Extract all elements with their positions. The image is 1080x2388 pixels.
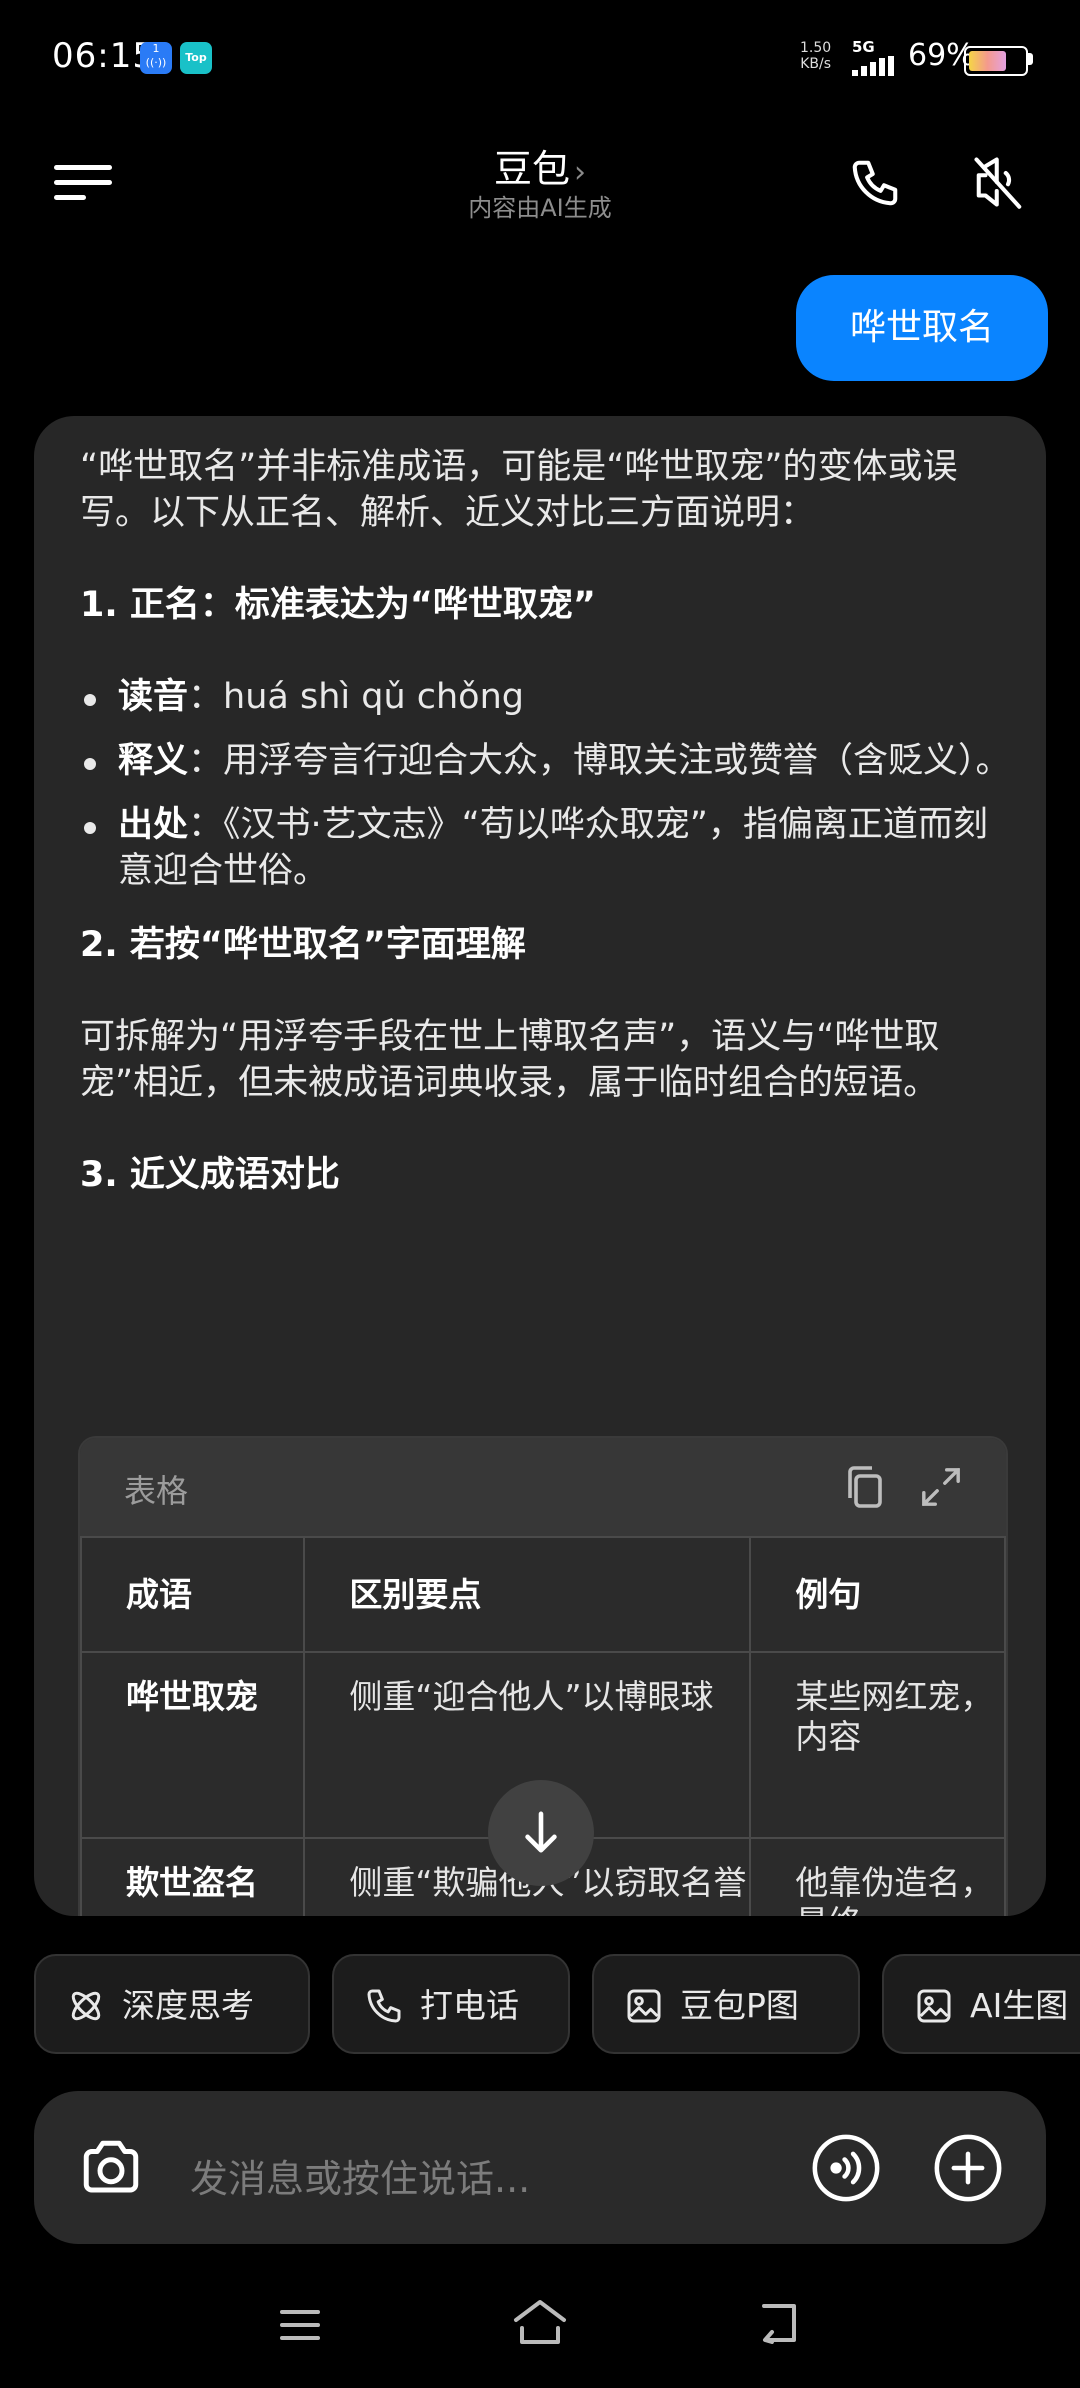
nav-back-icon[interactable] bbox=[758, 2302, 800, 2344]
list-item: 读音：huá shì qǔ chǒng bbox=[80, 674, 1020, 720]
nav-recents-icon[interactable] bbox=[280, 2308, 320, 2342]
notification-icon-top: Top bbox=[180, 42, 212, 74]
answer-intro: “哗世取名”并非标准成语，可能是“哗世取宠”的变体或误写。以下从正名、解析、近义… bbox=[80, 447, 958, 533]
notification-icon-hotspot: 1 ((·)) bbox=[140, 42, 172, 74]
section-heading-2: 2. 若按“哗世取名”字面理解 bbox=[80, 925, 526, 965]
table-cell: 某些网红宠，内容 bbox=[749, 1651, 1006, 1839]
arrow-down-icon bbox=[525, 1811, 557, 1853]
table-toolbar: 表格 bbox=[80, 1438, 1006, 1536]
network-type: 5G bbox=[852, 38, 875, 56]
signal-icon bbox=[852, 56, 894, 76]
expand-icon[interactable] bbox=[920, 1466, 962, 1508]
speaker-mute-icon[interactable] bbox=[972, 152, 1026, 212]
section-2-text: 可拆解为“用浮夸手段在世上博取名声”，语义与“哗世取宠”相近，但未被成语词典收录… bbox=[80, 1017, 940, 1103]
message-input-bar[interactable] bbox=[34, 2091, 1046, 2244]
section-heading-1: 1. 正名：标准表达为“哗世取宠” bbox=[80, 585, 596, 625]
list-item: 出处：《汉书·艺文志》“苟以哗众取宠”，指偏离正道而刻意迎合世俗。 bbox=[80, 802, 1020, 894]
bullet-list: 读音：huá shì qǔ chǒng 释义：用浮夸言行迎合大众，博取关注或赞誉… bbox=[80, 674, 1020, 894]
voice-call-icon[interactable] bbox=[812, 2134, 880, 2202]
message-input[interactable]: 发消息或按住说话... bbox=[190, 2148, 530, 2203]
chip-deep-think[interactable]: 深度思考 bbox=[34, 1954, 310, 2054]
table-header: 成语 bbox=[80, 1536, 306, 1653]
phone-icon bbox=[367, 1989, 401, 2023]
nav-home-icon[interactable] bbox=[512, 2298, 568, 2346]
assistant-answer-card: “哗世取名”并非标准成语，可能是“哗世取宠”的变体或误写。以下从正名、解析、近义… bbox=[34, 416, 1046, 1916]
atom-icon bbox=[71, 1991, 101, 2021]
section-heading-3: 3. 近义成语对比 bbox=[80, 1155, 340, 1195]
table-header: 例句 bbox=[749, 1536, 1006, 1653]
table-header-row: 成语 区别要点 例句 bbox=[80, 1536, 1006, 1653]
table-header: 区别要点 bbox=[303, 1536, 752, 1653]
table-cell: 他靠伪造名，最终 bbox=[749, 1837, 1006, 1916]
phone-icon[interactable] bbox=[848, 156, 902, 210]
chip-ai-image[interactable]: AI生图 bbox=[882, 1954, 1080, 2054]
battery-tip bbox=[1028, 53, 1033, 65]
image-edit-icon bbox=[627, 1989, 661, 2023]
network-speed: 1.50 KB/s bbox=[800, 40, 832, 72]
battery-icon bbox=[964, 46, 1028, 76]
scroll-to-bottom-button[interactable] bbox=[488, 1780, 594, 1886]
table-label: 表格 bbox=[124, 1472, 189, 1510]
image-icon bbox=[917, 1989, 951, 2023]
table-cell: 哗世取宠 bbox=[80, 1651, 306, 1839]
table-cell: 欺世盗名 bbox=[80, 1837, 306, 1916]
copy-icon[interactable] bbox=[844, 1466, 884, 1510]
page-title[interactable]: 豆包 › bbox=[0, 138, 1080, 193]
user-message-bubble[interactable]: 哗世取名 bbox=[796, 275, 1048, 381]
page-subtitle: 内容由AI生成 bbox=[468, 194, 612, 222]
chip-photo-edit[interactable]: 豆包P图 bbox=[592, 1954, 860, 2054]
list-item: 释义：用浮夸言行迎合大众，博取关注或赞誉（含贬义）。 bbox=[80, 738, 1020, 784]
camera-icon[interactable] bbox=[78, 2135, 144, 2201]
chip-call[interactable]: 打电话 bbox=[332, 1954, 570, 2054]
plus-icon[interactable] bbox=[934, 2134, 1002, 2202]
